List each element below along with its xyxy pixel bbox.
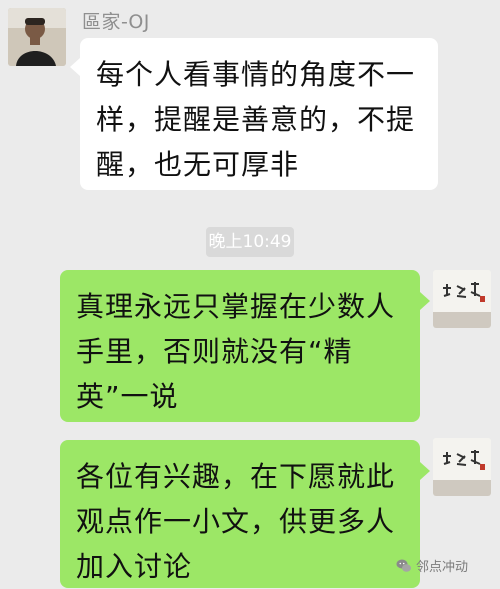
incoming-message-text: 每个人看事情的角度不一样，提醒是善意的，不提醒，也无可厚非 [96, 58, 416, 181]
watermark: 邻点冲动 [396, 556, 468, 575]
self-avatar[interactable] [433, 438, 491, 496]
sender-name: 區家-OJ [82, 11, 150, 33]
calligraphy-avatar-icon [433, 438, 491, 496]
watermark-text: 邻点冲动 [416, 560, 469, 575]
outgoing-message-bubble[interactable]: 各位有兴趣，在下愿就此观点作一小文，供更多人加入讨论 [60, 440, 430, 588]
sender-avatar[interactable] [8, 8, 66, 66]
self-avatar[interactable] [433, 270, 491, 328]
wechat-icon [396, 558, 412, 574]
message-timestamp: 晚上10:49 [206, 227, 294, 257]
outgoing-message-bubble[interactable]: 真理永远只掌握在少数人手里，否则就没有“精英”一说 [60, 270, 430, 422]
person-avatar-icon [8, 8, 66, 66]
chat-window: 區家-OJ 每个人看事情的角度不一样，提醒是善意的，不提醒，也无可厚非 晚上10… [0, 0, 500, 588]
outgoing-message-text: 真理永远只掌握在少数人手里，否则就没有“精英”一说 [76, 290, 396, 413]
outgoing-message-text: 各位有兴趣，在下愿就此观点作一小文，供更多人加入讨论 [76, 460, 396, 583]
calligraphy-avatar-icon [433, 270, 491, 328]
incoming-message-bubble[interactable]: 每个人看事情的角度不一样，提醒是善意的，不提醒，也无可厚非 [70, 38, 438, 190]
